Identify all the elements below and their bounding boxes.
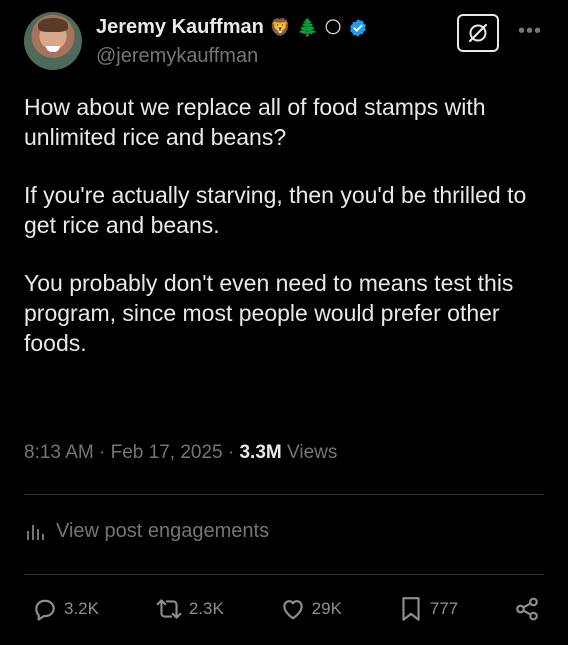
- grok-button[interactable]: [457, 14, 499, 52]
- author-handle[interactable]: @jeremykauffman: [96, 45, 258, 68]
- post-date[interactable]: Feb 17, 2025: [111, 442, 223, 463]
- share-icon: [516, 597, 538, 621]
- avatar-smile: [46, 46, 60, 52]
- repost-count: 2.3K: [188, 599, 224, 618]
- like-button[interactable]: 29K: [280, 596, 342, 622]
- avatar[interactable]: [24, 12, 82, 70]
- lion-emoji: 🦁: [269, 17, 292, 38]
- meta-separator: ·: [222, 442, 240, 463]
- views-count: 3.3M: [239, 442, 282, 463]
- like-count: 29K: [311, 599, 342, 618]
- reply-count: 3.2K: [64, 599, 99, 618]
- avatar-hair: [38, 18, 68, 32]
- repost-button[interactable]: 2.3K: [155, 596, 224, 622]
- bookmark-icon: [402, 597, 420, 621]
- verified-icon: [350, 18, 366, 37]
- divider-bottom: [24, 574, 544, 575]
- bookmark-button[interactable]: 777: [398, 595, 458, 623]
- grok-icon: [468, 23, 488, 43]
- post-time[interactable]: 8:13 AM: [24, 442, 94, 463]
- views-label: Views: [281, 442, 338, 463]
- like-icon: [282, 600, 303, 620]
- engagements-icon: [27, 524, 44, 540]
- author-name[interactable]: Jeremy Kauffman: [96, 16, 264, 39]
- meta-separator: ·: [93, 442, 111, 463]
- post-paragraph-1: How about we replace all of food stamps …: [24, 94, 486, 150]
- moon-emoji: 🌕: [324, 17, 342, 38]
- divider-top: [24, 494, 544, 495]
- view-engagements-link[interactable]: View post engagements: [24, 520, 269, 543]
- bookmark-count: 777: [429, 599, 459, 618]
- engagements-label: View post engagements: [56, 520, 270, 542]
- reply-button[interactable]: 3.2K: [32, 596, 99, 622]
- post-paragraph-3: You probably don't even need to means te…: [24, 270, 514, 356]
- repost-icon: [156, 599, 182, 619]
- share-button[interactable]: [514, 596, 540, 622]
- post-header: Jeremy Kauffman 🦁 🌲 🌕 @jeremykauffman ••…: [24, 12, 544, 72]
- more-icon[interactable]: •••: [518, 20, 542, 43]
- post-paragraph-2: If you're actually starving, then you'd …: [24, 182, 527, 238]
- post-meta: 8:13 AM · Feb 17, 2025 · 3.3M Views: [24, 442, 337, 464]
- post-text: How about we replace all of food stamps …: [24, 92, 544, 386]
- name-row: Jeremy Kauffman 🦁 🌲 🌕: [96, 16, 368, 39]
- action-bar: 3.2K 2.3K 29K 777: [32, 594, 540, 624]
- reply-icon: [35, 599, 55, 621]
- tree-emoji: 🌲: [297, 17, 319, 38]
